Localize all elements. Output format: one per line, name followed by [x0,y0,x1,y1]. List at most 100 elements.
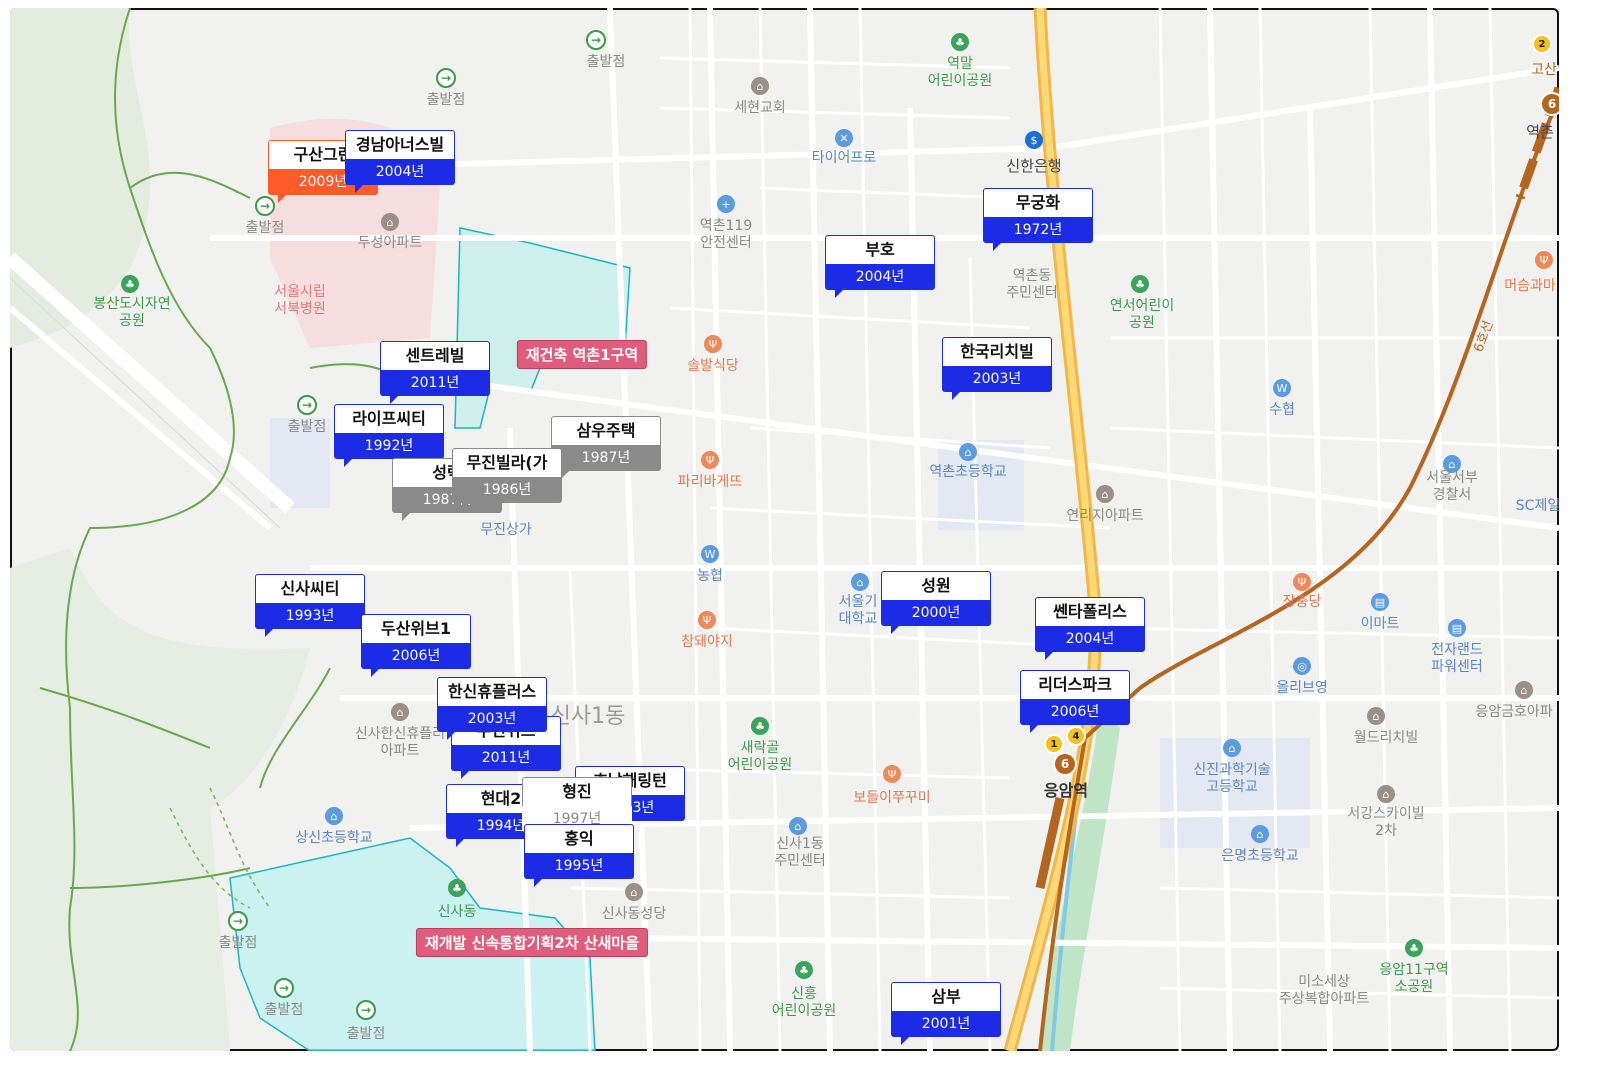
label-eungam-apt: 응암금호아파 [1475,704,1553,720]
park-icon: ♣ [1131,275,1149,293]
marker-year: 2000년 [881,600,991,626]
label-gosan: 고산 [1531,62,1557,78]
map-frame: → → → → → → → ♣ ♣ ♣ ♣ ♣ ♣ ♣ ⌂ ⌂ ⌂ ⌂ ⌂ ⌂ … [0,0,1599,1076]
apartment-marker[interactable]: 센트레빌 2011년 [380,341,490,404]
label-shinhan-bank: 신한은행 [1006,157,1062,175]
apartment-marker[interactable]: 리더스파크 2006년 [1020,670,1130,733]
label-seobuk-hospital: 서울시립 서북병원 [274,284,326,317]
marker-pointer [456,839,464,847]
marker-pointer [371,669,379,677]
restaurant-icon: Ψ [1535,251,1553,269]
redevelop-zone-tag[interactable]: 재개발 신속통합기획2차 산새마을 [415,928,649,957]
marker-year: 2004년 [825,264,935,290]
marker-pointer [1045,652,1053,660]
label-nonghyup: 농협 [697,568,723,584]
label-tire-pro: 타이어프로 [811,150,877,166]
marker-name: 무궁화 [983,188,1093,217]
fire-station-icon: + [717,195,735,213]
community-center-icon: ⌂ [789,817,807,835]
marker-year: 1987년 [551,445,661,471]
apartment-marker[interactable]: 라이프씨티 1992년 [334,404,444,467]
school-icon: ⌂ [959,443,977,461]
label-trail-start: 출발점 [426,92,466,108]
label-sinsa-hanshin: 신사한신휴플러 아파트 [354,726,446,759]
label-jangchungdang: 장충당 [1282,594,1322,610]
label-eunmyeong-elem: 은명초등학교 [1221,848,1299,864]
apartment-marker[interactable]: 쎈타폴리스 2004년 [1035,597,1145,660]
marker-year: 2006년 [1020,699,1130,725]
label-trail-start: 출발점 [346,1026,386,1042]
label-suhyup: 수협 [1269,402,1295,418]
label-sinsa1-community: 신사1동 주민센터 [774,836,826,869]
map-base [10,8,1559,1051]
label-yeonri-apt: 연리지아파트 [1066,508,1144,524]
restaurant-icon: Ψ [704,335,722,353]
marker-pointer [355,185,363,193]
apartment-icon: ⌂ [391,703,409,721]
apartment-marker[interactable]: 성원 2000년 [881,571,991,634]
label-saerakgol-park: 새락골 어린이공원 [727,740,793,773]
rebuild-zone-tag[interactable]: 재건축 역촌1구역 [516,340,648,369]
park-icon: ♣ [795,961,813,979]
marker-pointer [402,513,410,521]
marker-year: 2004년 [1035,626,1145,652]
marker-name: 쎈타폴리스 [1035,597,1145,626]
marker-name: 경남아너스빌 [345,130,455,159]
apartment-icon: ⌂ [1367,707,1385,725]
label-bongsando-park: 봉산도시자연 공원 [93,296,171,329]
marker-year: 2011년 [451,745,561,771]
apartment-marker[interactable]: 한국리치빌 2003년 [942,337,1052,400]
marker-pointer [952,392,960,400]
label-world-rich: 월드리치빌 [1353,730,1419,746]
apartment-marker[interactable]: 경남아너스빌 2004년 [345,130,455,193]
label-sinjin-school: 신진과학기술 고등학교 [1193,762,1271,795]
marker-year: 2001년 [891,1011,1001,1037]
marker-pointer [993,243,1001,251]
label-electroland: 전자랜드 파워센터 [1431,642,1483,675]
park-icon: ♣ [951,33,969,51]
trail-start-icon: → [255,196,275,216]
marker-name: 홍익 [524,824,634,853]
apartment-icon: ⌂ [1515,681,1533,699]
label-yeokchon-station: 역촌 [1526,123,1554,141]
apartment-marker[interactable]: 두산위브1 2006년 [361,614,471,677]
apartment-marker[interactable]: 무진빌라(가 1986년 [452,448,562,511]
label-yeokchon-119: 역촌119 안전센터 [699,218,753,251]
label-mujin-sangga: 무진상가 [480,522,532,538]
marker-year: 1995년 [524,853,634,879]
church-icon: ⌂ [751,77,769,95]
restaurant-icon: Ψ [698,611,716,629]
label-police: 서울서부 경찰서 [1426,470,1478,503]
marker-name: 형진 [522,777,632,806]
line2-badge: 2 [1532,34,1552,54]
marker-year: 2011년 [380,370,490,396]
marker-name: 삼부 [891,982,1001,1011]
apartment-marker[interactable]: 부호 2004년 [825,235,935,298]
label-eungam11-park: 응암11구역 소공원 [1379,962,1449,995]
label-sehyeon-church: 세현교회 [734,100,786,116]
apartment-marker[interactable]: 삼부 2001년 [891,982,1001,1045]
label-yeokchon-community: 역촌동 주민센터 [1006,268,1058,301]
label-sangsin-elem: 상신초등학교 [295,830,373,846]
marker-name: 성원 [881,571,991,600]
line6-badge: 6 [1053,752,1077,776]
label-trail-start: 출발점 [245,220,285,236]
label-trail-start: 출발점 [264,1002,304,1018]
label-yeokchon-elem: 역촌초등학교 [929,464,1007,480]
label-seoul-college: 서울기 대학교 [838,594,878,627]
apartment-marker[interactable]: 홍익 1995년 [524,824,634,887]
map-view[interactable]: → → → → → → → ♣ ♣ ♣ ♣ ♣ ♣ ♣ ⌂ ⌂ ⌂ ⌂ ⌂ ⌂ … [10,8,1559,1051]
label-eungam-station[interactable]: 응암역 [1044,782,1088,799]
apartment-marker[interactable]: 삼우주택 1987년 [551,416,661,479]
park-icon: ♣ [1405,939,1423,957]
marker-pointer [462,503,470,511]
marker-name: 부호 [825,235,935,264]
apartment-marker[interactable]: 신사씨티 1993년 [255,574,365,637]
bank-icon: W [701,545,719,563]
apartment-marker[interactable]: 한신휴플러스 2003년 [437,677,547,740]
label-sinsadong: 신사동 [437,904,477,920]
marker-pointer [390,396,398,404]
apartment-marker[interactable]: 무궁화 1972년 [983,188,1093,251]
label-emart: 이마트 [1360,616,1400,632]
marker-pointer [344,459,352,467]
